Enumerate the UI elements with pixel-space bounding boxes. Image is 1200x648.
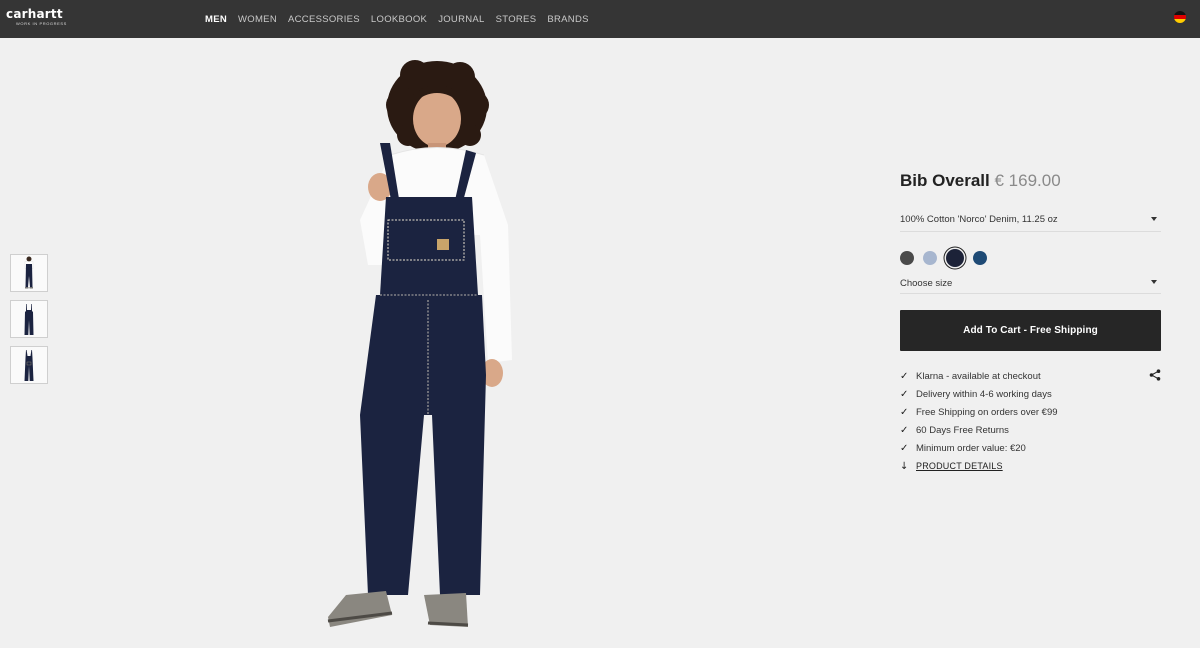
nav-item-stores[interactable]: STORES (496, 14, 537, 25)
thumbnail-model-front[interactable] (10, 254, 48, 292)
nav-item-lookbook[interactable]: LOOKBOOK (371, 14, 427, 25)
thumbnail-model-image (24, 256, 34, 289)
feature-free-shipping: ✓ Free Shipping on orders over €99 (900, 403, 1161, 421)
chevron-down-icon (1151, 280, 1157, 284)
feature-text: Klarna - available at checkout (916, 370, 1041, 382)
product-details-row: ↓ PRODUCT DETAILS (900, 457, 1161, 475)
material-label: 100% Cotton 'Norco' Denim, 11.25 oz (900, 214, 1058, 225)
color-swatch-light-blue[interactable] (923, 251, 937, 265)
feature-text: Delivery within 4-6 working days (916, 388, 1052, 400)
main-nav: MEN WOMEN ACCESSORIES LOOKBOOK JOURNAL S… (205, 0, 589, 38)
feature-text: 60 Days Free Returns (916, 424, 1009, 436)
product-title-row: Bib Overall € 169.00 (900, 170, 1161, 194)
add-to-cart-button[interactable]: Add To Cart - Free Shipping (900, 310, 1161, 351)
check-icon: ✓ (900, 442, 909, 454)
thumbnail-overall-front-image (24, 304, 34, 335)
product-features-list: ✓ Klarna - available at checkout ✓ Deliv… (900, 367, 1161, 475)
check-icon: ✓ (900, 424, 909, 436)
check-icon: ✓ (900, 388, 909, 400)
top-navigation-bar: carhartt WORK IN PROGRESS MEN WOMEN ACCE… (0, 0, 1200, 38)
nav-item-journal[interactable]: JOURNAL (438, 14, 484, 25)
product-thumbnails (10, 254, 48, 384)
color-swatch-blue[interactable] (973, 251, 987, 265)
germany-flag-icon[interactable] (1174, 11, 1186, 23)
arrow-down-icon: ↓ (900, 460, 909, 472)
nav-item-men[interactable]: MEN (205, 14, 227, 25)
logo-text: carhartt (6, 7, 63, 21)
feature-klarna: ✓ Klarna - available at checkout (900, 367, 1161, 385)
size-dropdown[interactable]: Choose size (900, 270, 1161, 294)
feature-minimum-order: ✓ Minimum order value: €20 (900, 439, 1161, 457)
share-icon[interactable] (1149, 369, 1161, 381)
thumbnail-product-back[interactable] (10, 346, 48, 384)
material-dropdown[interactable]: 100% Cotton 'Norco' Denim, 11.25 oz (900, 204, 1161, 232)
thumbnail-overall-back-image (24, 350, 34, 381)
product-info-panel: Bib Overall € 169.00 100% Cotton 'Norco'… (900, 170, 1161, 475)
carhartt-logo[interactable]: carhartt WORK IN PROGRESS (6, 8, 67, 26)
product-price: € 169.00 (994, 171, 1061, 190)
nav-item-women[interactable]: WOMEN (238, 14, 277, 25)
feature-returns: ✓ 60 Days Free Returns (900, 421, 1161, 439)
feature-text: Free Shipping on orders over €99 (916, 406, 1058, 418)
nav-item-accessories[interactable]: ACCESSORIES (288, 14, 360, 25)
logo-subtext: WORK IN PROGRESS (16, 21, 67, 26)
product-title: Bib Overall (900, 171, 990, 190)
color-swatch-grey[interactable] (900, 251, 914, 265)
check-icon: ✓ (900, 406, 909, 418)
check-icon: ✓ (900, 370, 909, 382)
thumbnail-product-front[interactable] (10, 300, 48, 338)
product-details-link[interactable]: PRODUCT DETAILS (916, 461, 1003, 471)
feature-delivery: ✓ Delivery within 4-6 working days (900, 385, 1161, 403)
chevron-down-icon (1151, 217, 1157, 221)
feature-text: Minimum order value: €20 (916, 442, 1026, 454)
size-placeholder: Choose size (900, 278, 953, 289)
product-hero-image (327, 60, 512, 627)
color-swatches (900, 248, 1161, 268)
nav-item-brands[interactable]: BRANDS (547, 14, 588, 25)
color-swatch-navy-selected[interactable] (946, 249, 964, 267)
